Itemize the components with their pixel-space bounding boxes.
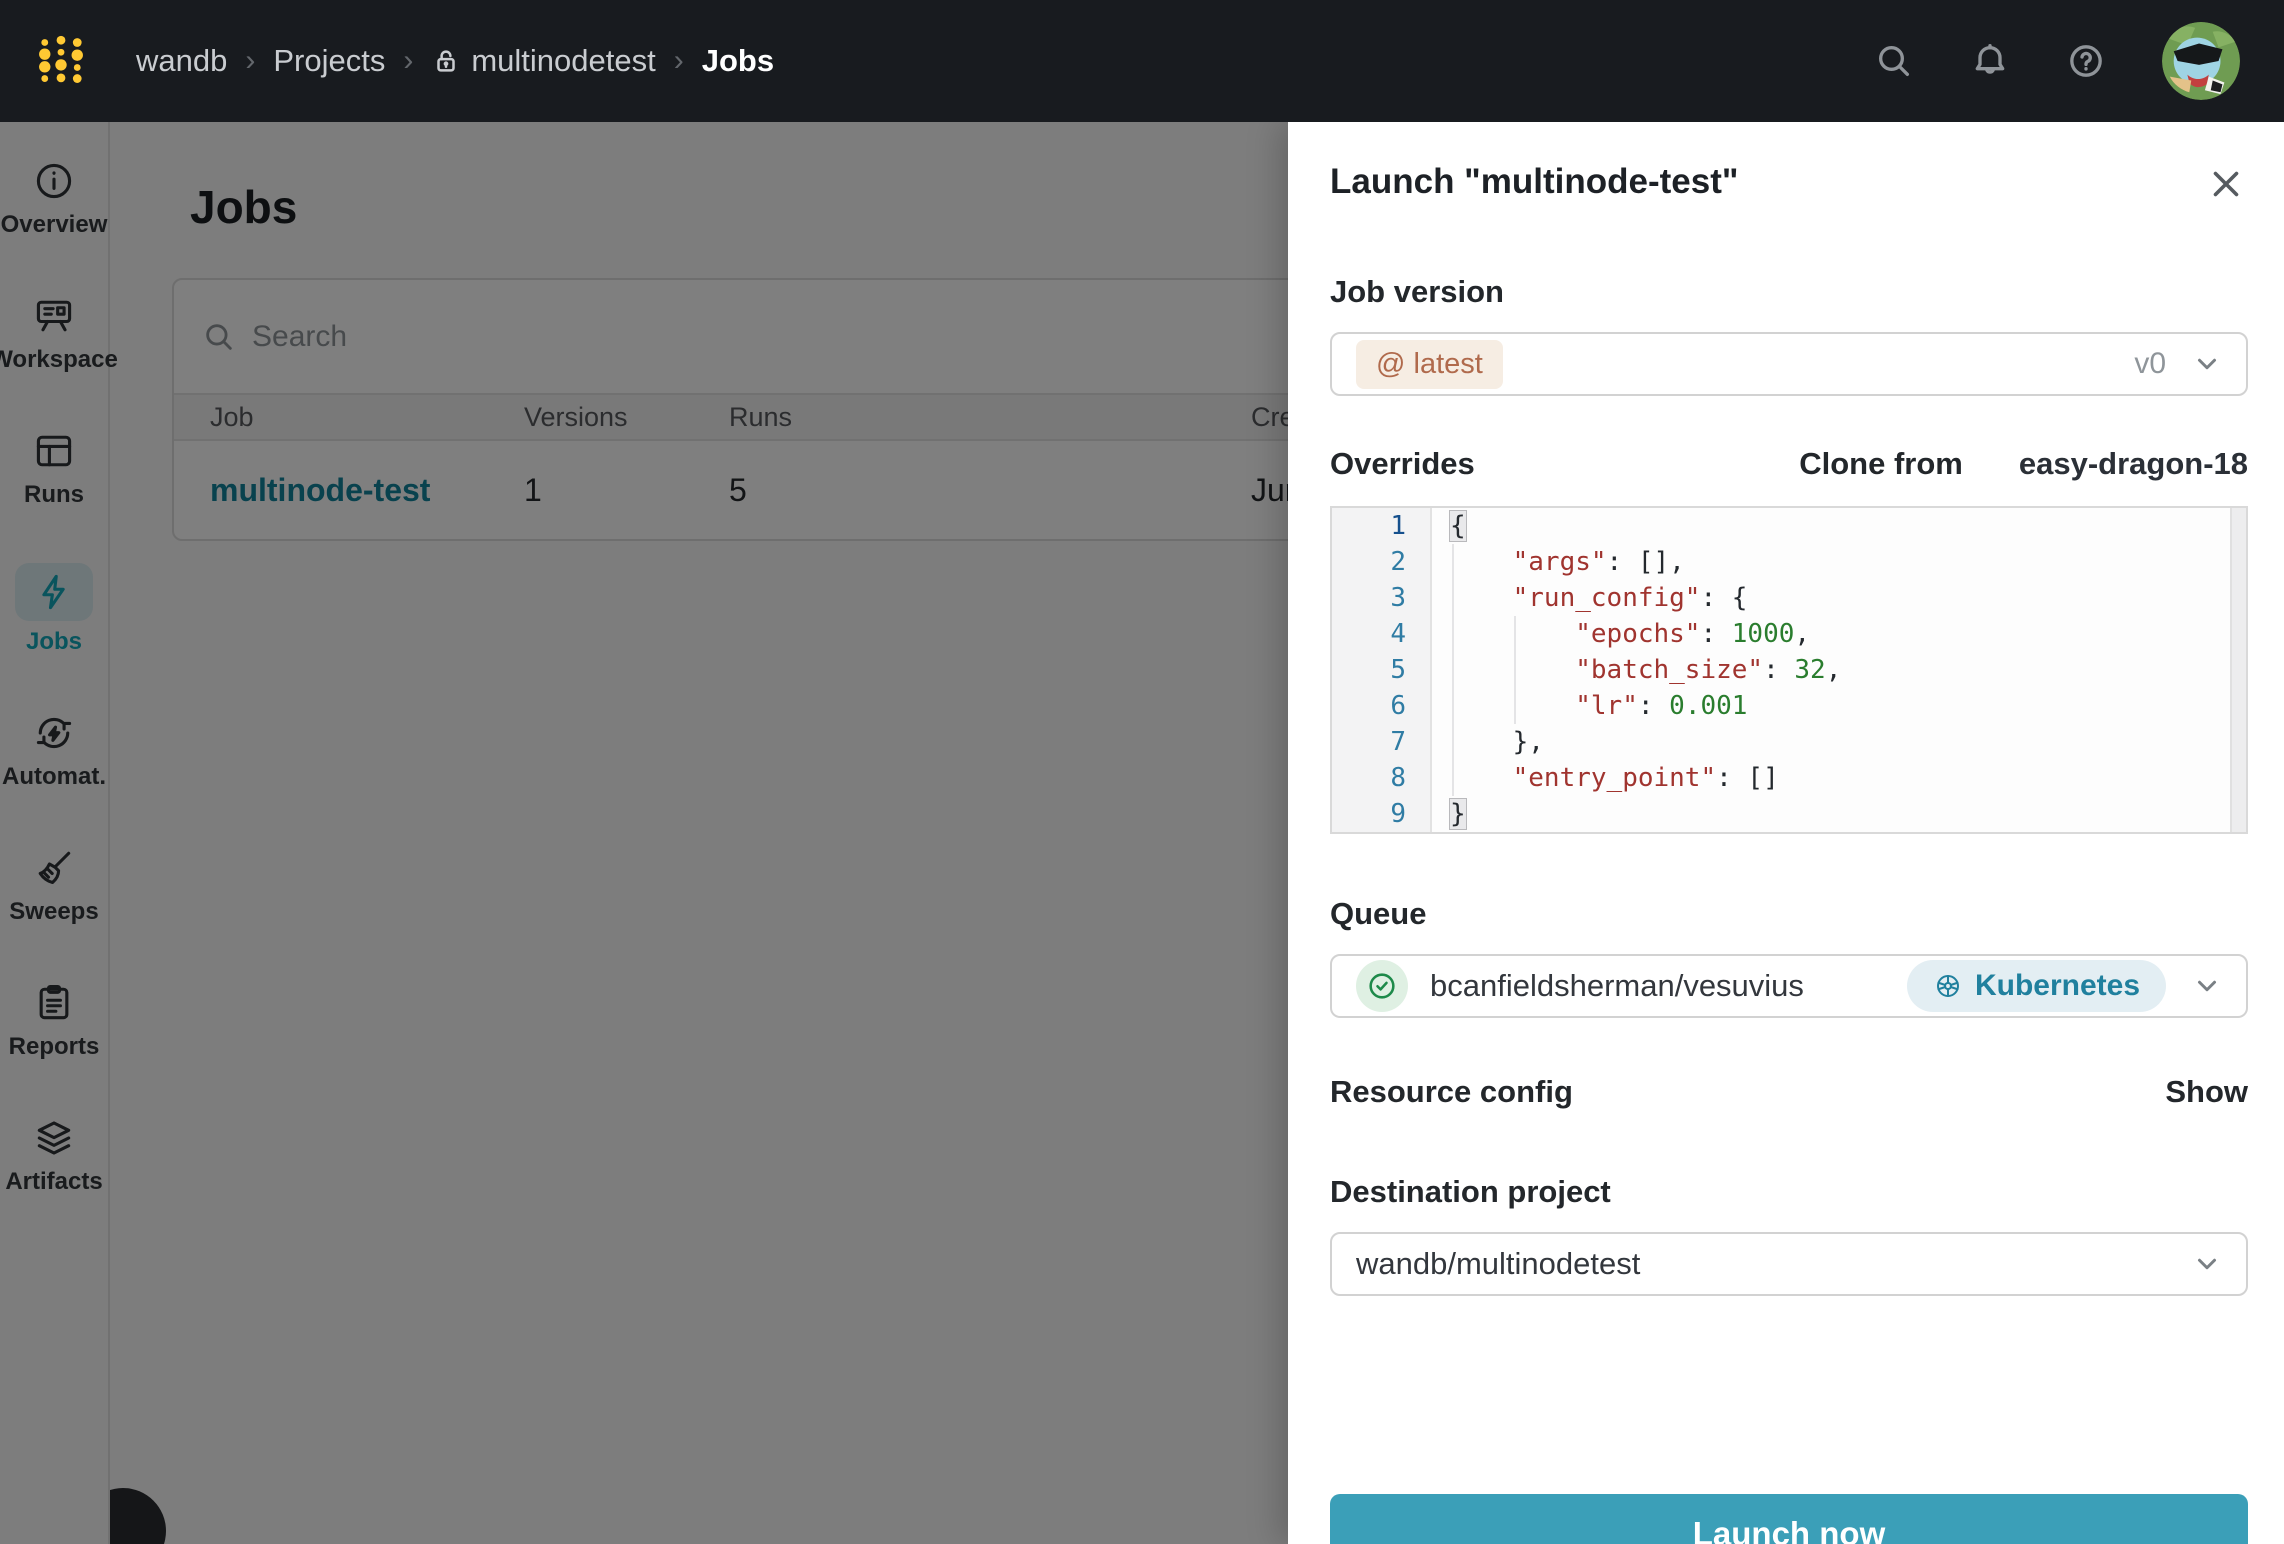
chevron-down-icon [2192,349,2222,379]
kubernetes-badge: Kubernetes [1906,960,2166,1012]
top-navbar: wandb › Projects › multinodetest › Jobs [0,0,2284,122]
chevron-down-icon [2192,1249,2222,1279]
launch-drawer: Launch "multinode-test" Job version @ la… [1288,122,2284,1544]
search-icon[interactable] [1874,41,1914,81]
wandb-logo-icon[interactable] [22,22,100,100]
clone-from-label: Clone from [1799,446,1963,481]
close-icon[interactable] [2204,162,2248,206]
overrides-row: Overrides Clone from easy-dragon-18 [1330,446,2248,482]
user-avatar[interactable] [2162,22,2240,100]
destination-project-value: wandb/multinodetest [1356,1246,1641,1281]
breadcrumb-project[interactable]: multinodetest [431,43,656,79]
destination-project-label: Destination project [1330,1174,1611,1209]
check-circle-icon [1356,960,1408,1012]
resource-config-label: Resource config [1330,1074,1573,1109]
kubernetes-badge-label: Kubernetes [1974,969,2140,1002]
breadcrumb-org[interactable]: wandb [136,43,227,79]
drawer-header: Launch "multinode-test" [1330,162,2248,206]
clone-source-select[interactable]: easy-dragon-18 [2019,446,2248,482]
breadcrumb-separator: › [245,44,256,77]
indent-guide [1452,544,1454,796]
navbar-actions [1874,22,2240,100]
drawer-title: Launch "multinode-test" [1330,162,1739,201]
code-gutter: 123456789 [1332,508,1432,832]
lock-icon [437,50,456,72]
bell-icon[interactable] [1970,41,2010,81]
editor-scrollbar[interactable] [2230,508,2246,832]
queue-value: bcanfieldsherman/vesuvius [1430,968,1804,1003]
destination-project-select[interactable]: wandb/multinodetest [1330,1232,2248,1296]
kubernetes-wheel-icon [1936,975,1959,997]
breadcrumb-projects[interactable]: Projects [273,43,385,79]
overrides-label: Overrides [1330,446,1475,481]
latest-alias-tag: @ latest [1356,339,1503,389]
launch-now-button[interactable]: Launch now [1330,1494,2248,1544]
modal-overlay[interactable] [0,122,1288,1544]
help-icon[interactable] [2066,41,2106,81]
breadcrumb-page[interactable]: Jobs [702,43,774,79]
overrides-code-editor[interactable]: 123456789 { "args": [], "run_config": { … [1330,506,2248,834]
breadcrumb-separator: › [673,44,684,77]
code-lines: { "args": [], "run_config": { "epochs": … [1450,511,1842,829]
breadcrumb-separator: › [403,44,414,77]
app-root: wandb › Projects › multinodetest › Jobs [0,0,2284,1544]
job-version-select[interactable]: @ latest v0 [1330,332,2248,396]
resource-config-row: Resource config Show [1330,1074,2248,1110]
resource-config-show-button[interactable]: Show [2165,1074,2248,1110]
indent-guide [1514,616,1516,724]
breadcrumb-project-label: multinodetest [471,43,656,78]
queue-select[interactable]: bcanfieldsherman/vesuvius Kubernetes [1330,954,2248,1018]
queue-label: Queue [1330,896,1427,931]
job-version-label: Job version [1330,274,1504,309]
breadcrumb: wandb › Projects › multinodetest › Jobs [136,43,774,79]
job-version-value: v0 [2134,347,2166,380]
chevron-down-icon [2192,971,2222,1001]
